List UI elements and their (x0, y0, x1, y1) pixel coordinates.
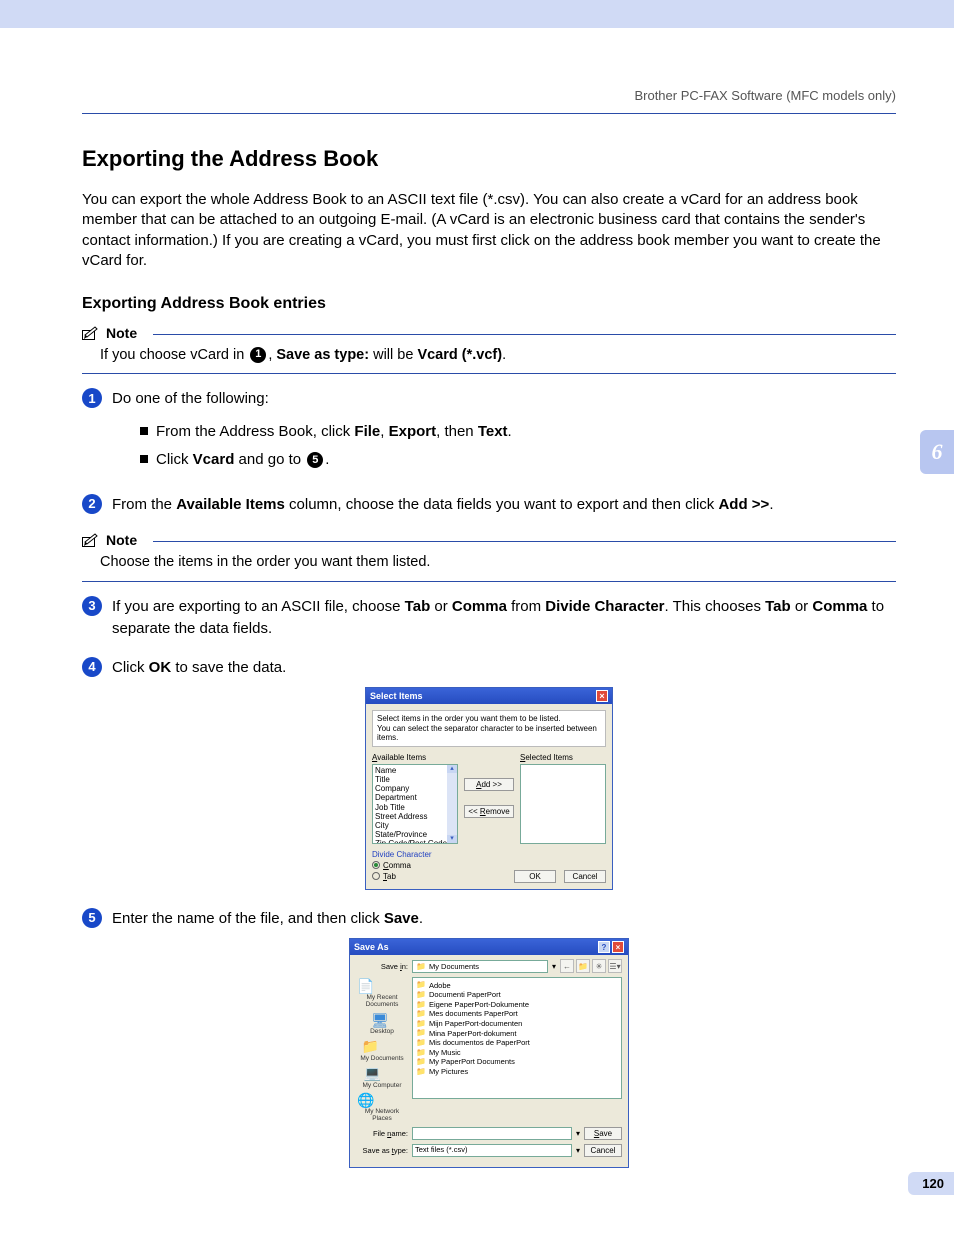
step-4: 4 Click OK to save the data. (82, 657, 896, 680)
available-items-label: Available Items (372, 753, 458, 762)
square-bullet-icon (140, 455, 148, 463)
recent-icon: 📄 (356, 977, 376, 995)
step-1-sub-1: From the Address Book, click File, Expor… (140, 421, 896, 444)
desktop-icon: 🖥 (370, 1011, 390, 1029)
places-sidebar: 📄My Recent Documents 🖥Desktop 📁My Docume… (356, 977, 408, 1123)
folder-icon: 📁 (416, 1067, 426, 1077)
close-icon[interactable]: × (612, 941, 624, 953)
page-title: Exporting the Address Book (82, 146, 896, 172)
step-3: 3 If you are exporting to an ASCII file,… (82, 596, 896, 641)
close-icon[interactable]: × (596, 690, 608, 702)
dialog-info: Select items in the order you want them … (372, 710, 606, 747)
note-rule (153, 541, 896, 542)
folder-icon: 📁 (416, 1048, 426, 1058)
top-bar (0, 0, 954, 28)
dialog-titlebar: Select Items × (366, 688, 612, 704)
step-badge-1: 1 (82, 388, 102, 408)
note-body-1: If you choose vCard in 1, Save as type: … (82, 341, 896, 373)
filename-input[interactable] (412, 1127, 572, 1140)
step-ref-1: 1 (250, 347, 266, 363)
note-body-2: Choose the items in the order you want t… (82, 548, 896, 580)
header-rule (82, 113, 896, 114)
selected-items-list[interactable] (520, 764, 606, 844)
dialog-titlebar: Save As ? × (350, 939, 628, 955)
step-badge-4: 4 (82, 657, 102, 677)
help-icon[interactable]: ? (598, 941, 610, 953)
step-1: 1 Do one of the following: From the Addr… (82, 388, 896, 478)
scrollbar[interactable] (447, 765, 457, 843)
cancel-button[interactable]: Cancel (584, 1144, 622, 1157)
save-in-label: Save in: (356, 962, 408, 971)
folder-icon: 📁 (416, 962, 426, 971)
note-label: Note (106, 532, 137, 548)
saveastype-label: Save as type: (356, 1146, 408, 1155)
sidebar-item-recent[interactable]: 📄My Recent Documents (356, 977, 408, 1009)
note-block-2: Note Choose the items in the order you w… (82, 532, 896, 581)
folder-icon: 📁 (416, 980, 426, 990)
saveastype-select[interactable]: Text files (*.csv) (412, 1144, 572, 1157)
pencil-icon (82, 325, 100, 341)
new-folder-icon[interactable]: ✳ (592, 959, 606, 973)
radio-comma[interactable]: Comma (372, 861, 432, 870)
sidebar-item-mycomp[interactable]: 💻My Computer (362, 1065, 401, 1090)
step-1-sub-2: Click Vcard and go to 5. (140, 449, 896, 472)
folder-icon: 📁 (360, 1038, 380, 1056)
radio-tab[interactable]: Tab (372, 872, 432, 881)
square-bullet-icon (140, 427, 148, 435)
add-button[interactable]: Add >> (464, 778, 514, 791)
step-badge-3: 3 (82, 596, 102, 616)
note-rule (153, 334, 896, 335)
folder-icon: 📁 (416, 1019, 426, 1029)
folder-icon: 📁 (416, 1028, 426, 1038)
file-list[interactable]: 📁Adobe 📁Documenti PaperPort 📁Eigene Pape… (412, 977, 622, 1099)
views-icon[interactable]: ☰▾ (608, 959, 622, 973)
filename-label: File name: (356, 1129, 408, 1138)
step-2: 2 From the Available Items column, choos… (82, 494, 896, 517)
ok-button[interactable]: OK (514, 870, 556, 883)
folder-icon: 📁 (416, 1000, 426, 1010)
note-label: Note (106, 325, 137, 341)
note-block-1: Note If you choose vCard in 1, Save as t… (82, 325, 896, 374)
select-items-dialog: Select Items × Select items in the order… (365, 687, 613, 890)
save-as-dialog: Save As ? × Save in: 📁My Documents ▾ ← 📁… (349, 938, 629, 1168)
note-bottom-rule (82, 581, 896, 582)
up-icon[interactable]: 📁 (576, 959, 590, 973)
save-in-select[interactable]: 📁My Documents (412, 960, 548, 973)
remove-button[interactable]: << Remove (464, 805, 514, 818)
step-ref-5: 5 (307, 452, 323, 468)
back-icon[interactable]: ← (560, 959, 574, 973)
pencil-icon (82, 532, 100, 548)
section-subtitle: Exporting Address Book entries (82, 295, 896, 313)
computer-icon: 💻 (362, 1065, 382, 1083)
folder-icon: 📁 (416, 1038, 426, 1048)
folder-icon: 📁 (416, 990, 426, 1000)
sidebar-item-mydocs[interactable]: 📁My Documents (360, 1038, 403, 1063)
cancel-button[interactable]: Cancel (564, 870, 606, 883)
doc-header: Brother PC-FAX Software (MFC models only… (82, 88, 896, 103)
radio-icon (372, 861, 380, 869)
network-icon: 🌐 (356, 1091, 376, 1109)
save-button[interactable]: Save (584, 1127, 622, 1140)
chapter-tab: 6 (920, 430, 954, 474)
folder-icon: 📁 (416, 1009, 426, 1019)
step-5: 5 Enter the name of the file, and then c… (82, 908, 896, 931)
available-items-list[interactable]: Name Title Company Department Job Title … (372, 764, 458, 844)
sidebar-item-desktop[interactable]: 🖥Desktop (370, 1011, 394, 1036)
intro-paragraph: You can export the whole Address Book to… (82, 190, 896, 271)
note-bottom-rule (82, 373, 896, 374)
step-badge-5: 5 (82, 908, 102, 928)
selected-items-label: Selected Items (520, 753, 606, 762)
folder-icon: 📁 (416, 1057, 426, 1067)
radio-icon (372, 872, 380, 880)
page-number: 120 (908, 1172, 954, 1195)
step-badge-2: 2 (82, 494, 102, 514)
divide-character-label: Divide Character (372, 850, 432, 859)
sidebar-item-network[interactable]: 🌐My Network Places (356, 1091, 408, 1123)
